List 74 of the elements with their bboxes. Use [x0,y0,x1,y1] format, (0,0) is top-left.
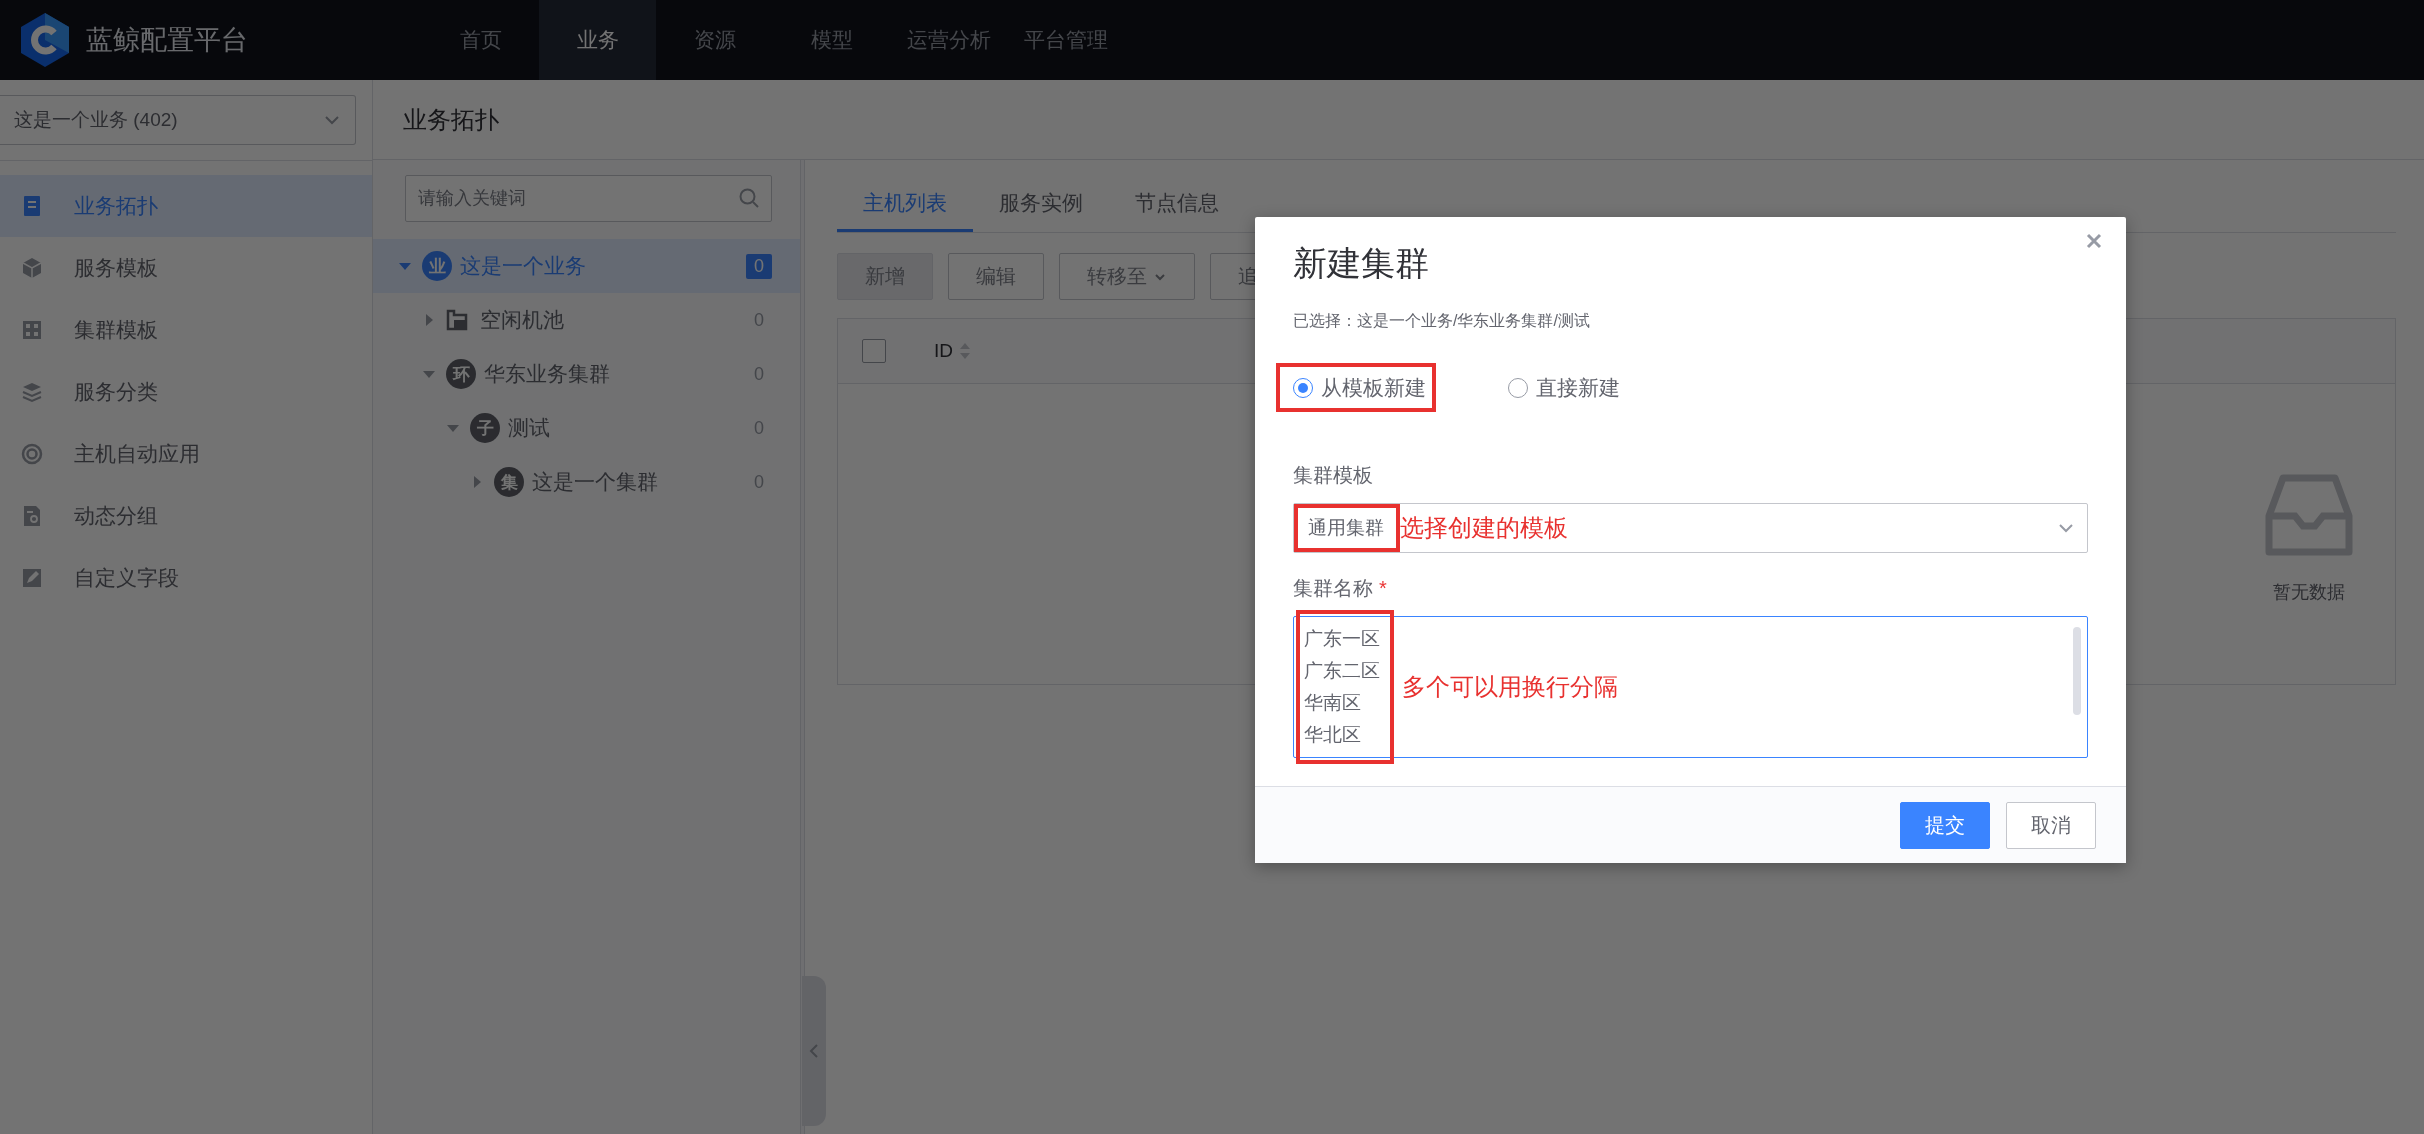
sort-icon[interactable] [959,342,971,360]
selected-path: 已选择：这是一个业务/华东业务集群/测试 [1293,311,1591,331]
node-badge: 业 [422,251,452,281]
required-mark: * [1379,577,1387,599]
sidebar-item-label: 自定义字段 [74,565,179,591]
edit-icon [20,566,44,590]
sidebar-item-label: 集群模板 [74,317,158,343]
cluster-name-line: 华北区 [1304,723,1362,747]
annotation-note: 多个可以用换行分隔 [1402,672,1619,702]
field-label: 集群模板 [1293,463,1374,488]
node-badge: 集 [494,467,524,497]
search-field[interactable]: 请输入关键词 [405,175,772,222]
radio-option[interactable]: 从模板新建 [1293,374,1426,402]
target-icon [20,442,44,466]
cluster-name-line: 广东一区 [1304,627,1380,651]
sidebar-item[interactable]: 动态分组 [0,485,372,547]
nav-item[interactable]: 运营分析 [890,0,1007,80]
radio-button[interactable] [1508,378,1528,398]
search-icon [738,187,760,209]
logo-icon [18,11,72,69]
node-label: 华东业务集群 [484,361,611,387]
empty-text: 暂无数据 [2273,581,2345,604]
node-label: 这是一个业务 [460,253,587,279]
sidebar-item-label: 主机自动应用 [74,441,200,467]
chevron-left-icon [809,1044,819,1058]
dialog-button[interactable]: 提交 [1900,801,1990,849]
select-value: 通用集群 [1307,516,1385,540]
cluster-name-line: 华南区 [1304,691,1362,715]
template-select[interactable]: 通用集群 选择创建的模板 [1293,503,2088,553]
collapse-handle[interactable] [802,976,826,1126]
scrollbar-thumb[interactable] [2073,627,2081,715]
node-label: 这是一个集群 [532,469,659,495]
dialog-title: 新建集群 [1293,243,1430,284]
sidebar-item-label: 业务拓扑 [74,193,158,219]
sidebar-item[interactable]: 业务拓扑 [0,175,372,237]
radio-option[interactable]: 直接新建 [1508,374,1620,402]
business-select[interactable]: 这是一个业务 (402) [0,95,356,145]
nav-item[interactable]: 业务 [539,0,656,80]
select-all-checkbox[interactable] [862,339,886,363]
annotation-note: 选择创建的模板 [1400,513,1569,543]
brand-name: 蓝鲸配置平台 [86,24,248,57]
nav-item[interactable]: 平台管理 [1007,0,1124,80]
layers-icon [20,380,44,404]
node-label: 空闲机池 [480,307,565,333]
column-header[interactable]: ID [934,340,953,362]
cluster-name-line: 广东二区 [1304,659,1380,683]
tree-node[interactable]: 业 这是一个业务 0 [373,239,800,293]
tab[interactable]: 主机列表 [837,176,973,232]
sidebar-item-label: 服务分类 [74,379,158,405]
sidebar-item[interactable]: 服务分类 [0,361,372,423]
node-count: 0 [746,253,772,279]
field-label: 集群名称 [1293,577,1373,599]
close-icon[interactable] [2084,231,2104,251]
sidebar-item-label: 动态分组 [74,503,158,529]
dialog-button[interactable]: 取消 [2006,801,2096,849]
nav-item[interactable]: 资源 [656,0,773,80]
grid-icon [20,318,44,342]
empty-tray-icon [2263,474,2355,556]
node-label: 测试 [508,415,551,441]
tab[interactable]: 服务实例 [973,176,1109,232]
sidebar-item[interactable]: 自定义字段 [0,547,372,609]
radio-button[interactable] [1293,378,1313,398]
sidebar-item-label: 服务模板 [74,255,158,281]
page-title: 业务拓扑 [403,104,499,135]
tab[interactable]: 节点信息 [1109,176,1245,232]
node-badge: 环 [446,359,476,389]
nav-item[interactable]: 模型 [773,0,890,80]
node-badge: 子 [470,413,500,443]
cube-icon [20,256,44,280]
sidebar-item[interactable]: 服务模板 [0,237,372,299]
folder-icon [446,309,468,331]
sidebar-item[interactable]: 集群模板 [0,299,372,361]
nav-item[interactable]: 首页 [422,0,539,80]
sidebar-item[interactable]: 主机自动应用 [0,423,372,485]
